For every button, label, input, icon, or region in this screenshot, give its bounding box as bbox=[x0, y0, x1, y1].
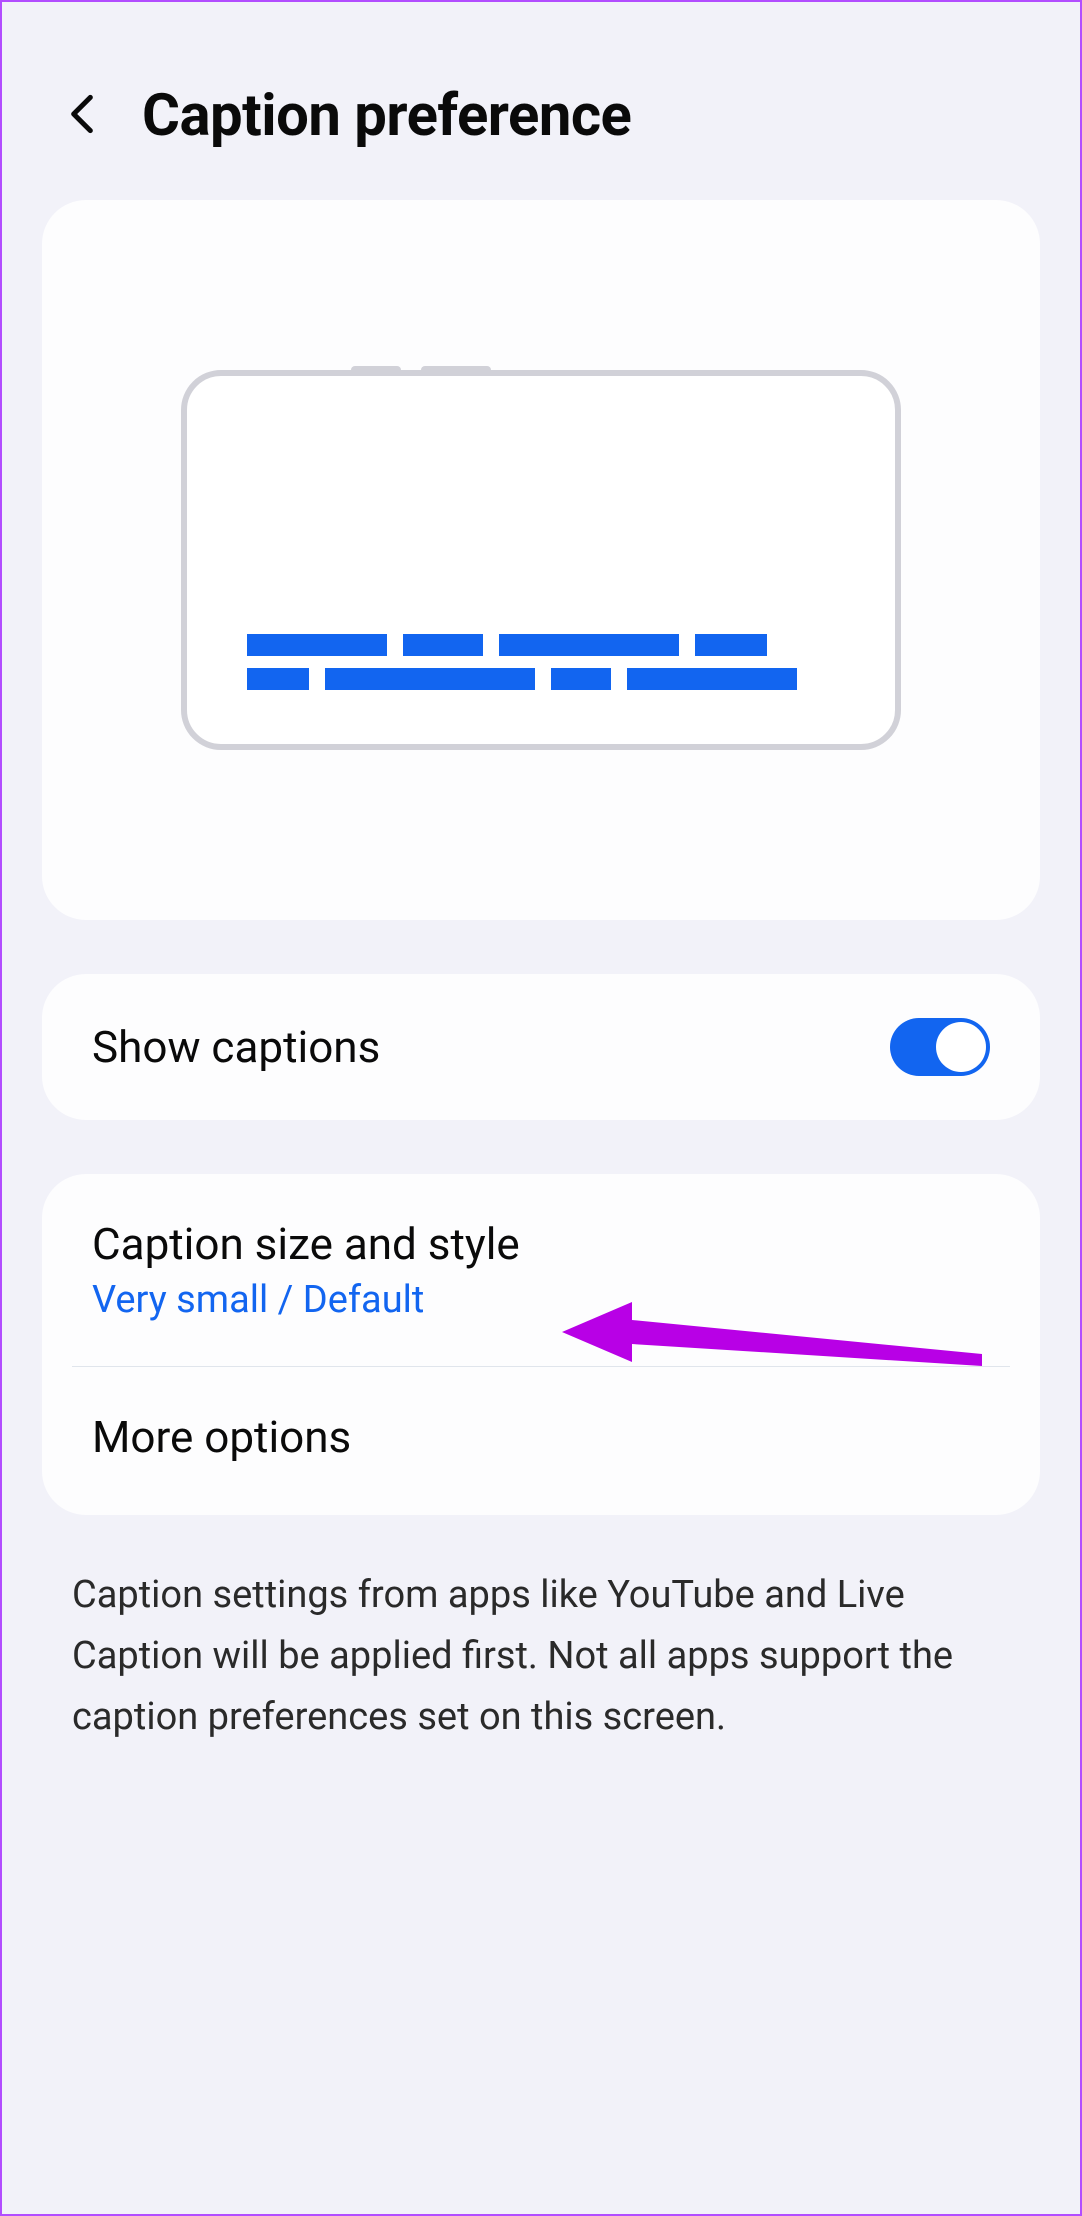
show-captions-toggle[interactable] bbox=[890, 1018, 990, 1076]
more-options-item[interactable]: More options bbox=[42, 1367, 1040, 1515]
options-card: Caption size and style Very small / Defa… bbox=[42, 1174, 1040, 1515]
show-captions-row[interactable]: Show captions bbox=[42, 974, 1040, 1120]
info-text: Caption settings from apps like YouTube … bbox=[42, 1545, 1040, 1767]
header: Caption preference bbox=[42, 2, 1040, 200]
caption-size-style-item[interactable]: Caption size and style Very small / Defa… bbox=[42, 1174, 1040, 1366]
back-icon[interactable] bbox=[62, 90, 102, 142]
page-title: Caption preference bbox=[142, 82, 631, 150]
caption-size-style-value: Very small / Default bbox=[92, 1278, 990, 1322]
show-captions-label: Show captions bbox=[92, 1021, 380, 1073]
more-options-label: More options bbox=[92, 1411, 990, 1463]
caption-bars-preview bbox=[247, 634, 835, 690]
caption-preview-card bbox=[42, 200, 1040, 920]
caption-size-style-label: Caption size and style bbox=[92, 1218, 990, 1270]
phone-mockup bbox=[181, 370, 901, 750]
